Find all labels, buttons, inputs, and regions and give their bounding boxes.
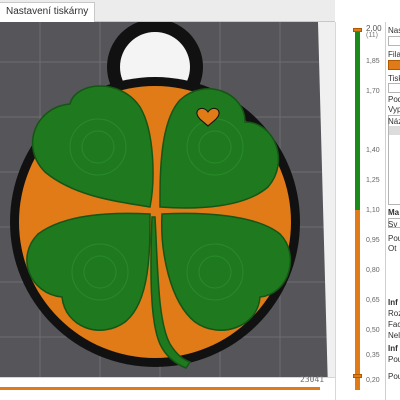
horizontal-slider-track[interactable] xyxy=(0,387,320,390)
object-list[interactable] xyxy=(388,115,400,205)
layer-track-upper[interactable] xyxy=(355,30,360,210)
sidebar-label: Sv xyxy=(388,220,398,229)
sidebar-label: Pod xyxy=(388,95,400,104)
print-settings-select[interactable] xyxy=(388,36,400,46)
layer-tick: 0,65 xyxy=(366,297,380,304)
sidebar-label: Pou xyxy=(388,355,400,364)
sidebar-label: Filam xyxy=(388,50,400,59)
sidebar-label: Inf xyxy=(388,298,398,307)
sidebar-label: Ma xyxy=(388,208,400,217)
sidebar-label: Inf xyxy=(388,344,398,353)
printer-select[interactable] xyxy=(388,83,400,93)
layer-tick: 0,95 xyxy=(366,237,380,244)
layer-tick: 1,70 xyxy=(366,88,380,95)
sliced-model-preview xyxy=(0,22,335,390)
sidebar-label: Tisk xyxy=(388,74,400,83)
sidebar-label: Fac xyxy=(388,320,400,329)
object-list-selected-row[interactable] xyxy=(389,126,400,135)
app-window: Nastavení tiskárny 23041 2,00 (11) 1,85 … xyxy=(0,0,400,400)
layer-tick: 1,25 xyxy=(366,177,380,184)
layer-tick: 0,35 xyxy=(366,352,380,359)
layer-slider[interactable]: 2,00 (11) 1,85 1,70 1,40 1,25 1,10 0,95 … xyxy=(335,22,385,400)
layer-tick: 0,50 xyxy=(366,327,380,334)
filament-color-swatch[interactable] xyxy=(388,60,400,70)
sidebar-label: Roz xyxy=(388,309,400,318)
layer-tick: 1,85 xyxy=(366,58,380,65)
settings-sidebar: Nast Filam Tisk Pod Vypl Náz Ma Sv Pou O… xyxy=(385,22,400,400)
layer-tick: 1,40 xyxy=(366,147,380,154)
layer-thumb-top[interactable] xyxy=(353,28,362,32)
layer-tick: 0,20 xyxy=(366,377,380,384)
sidebar-label: Vypl xyxy=(388,105,400,114)
sidebar-label: Pou xyxy=(388,234,400,243)
tab-bar: Nastavení tiskárny xyxy=(0,0,335,22)
horizontal-move-slider[interactable]: 23041 ↻ ■ ⚙ xyxy=(0,375,380,400)
3d-preview-viewport[interactable] xyxy=(0,22,335,390)
layer-tick: 1,10 xyxy=(366,207,380,214)
sidebar-label: Nel xyxy=(388,331,400,340)
layer-top-count: (11) xyxy=(366,32,378,39)
sidebar-label: Pou xyxy=(388,372,400,381)
sidebar-label: Náz xyxy=(388,117,400,126)
sidebar-label: Nast xyxy=(388,26,400,35)
tab-printer-settings[interactable]: Nastavení tiskárny xyxy=(0,2,96,22)
sidebar-label: Ot xyxy=(388,244,397,253)
layer-track-lower[interactable] xyxy=(355,210,360,390)
move-readout: 23041 xyxy=(300,375,325,384)
layer-tick: 0,80 xyxy=(366,267,380,274)
layer-thumb-bottom[interactable] xyxy=(353,374,362,378)
